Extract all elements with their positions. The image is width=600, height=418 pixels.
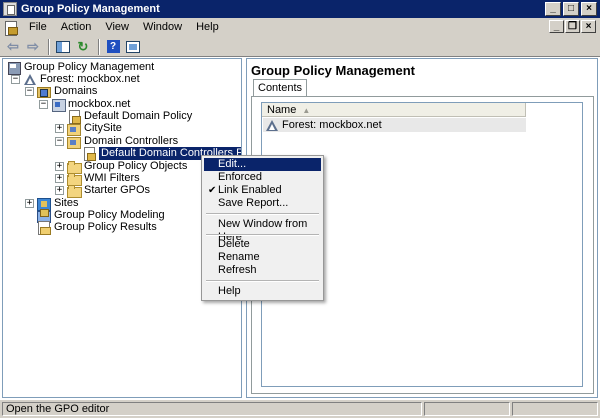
status-bar: Open the GPO editor — [0, 399, 600, 418]
menu-separator — [206, 234, 319, 236]
tree-item-citysite[interactable]: CitySite — [67, 122, 122, 136]
toolbar-separator — [48, 38, 50, 55]
status-panel — [424, 402, 510, 416]
properties-button[interactable] — [124, 39, 142, 55]
child-minimize-button[interactable]: _ — [549, 20, 564, 33]
folder-icon — [67, 184, 82, 198]
tree-item-label: Group Policy Results — [54, 221, 157, 233]
properties-icon — [126, 40, 140, 53]
refresh-icon[interactable]: ↻ — [74, 39, 92, 55]
checkmark-icon: ✔ — [208, 185, 217, 196]
expand-starter-gpos-toggle[interactable]: + — [55, 186, 64, 195]
menu-view[interactable]: View — [98, 18, 136, 37]
results-icon — [37, 221, 51, 235]
app-icon — [3, 2, 17, 16]
collapse-domain-controllers-toggle[interactable]: − — [55, 137, 64, 146]
tab-strip: Contents — [253, 79, 308, 97]
column-header-name[interactable]: Name ▲ — [262, 103, 526, 117]
menu-bar: File Action View Window Help _ ❐ × — [0, 18, 600, 37]
context-menu-save-report[interactable]: Save Report... — [204, 197, 321, 210]
status-text: Open the GPO editor — [2, 402, 422, 416]
collapse-domains-toggle[interactable]: − — [25, 87, 34, 96]
back-arrow-icon[interactable]: ⇦ — [4, 38, 22, 55]
minimize-button[interactable]: _ — [545, 2, 561, 16]
tree-item-label: CitySite — [84, 122, 122, 134]
context-menu-edit[interactable]: Edit... — [204, 158, 321, 171]
window-controls: _ □ × — [545, 2, 597, 16]
column-header-label: Name — [267, 104, 297, 116]
child-window-controls: _ ❐ × — [549, 20, 596, 33]
title-bar: Group Policy Management _ □ × — [0, 0, 600, 18]
gpo-link-icon — [82, 147, 96, 161]
help-icon: ? — [106, 40, 120, 53]
context-menu-rename[interactable]: Rename — [204, 251, 321, 264]
list-item-label: Forest: mockbox.net — [282, 119, 382, 131]
forest-icon — [265, 119, 279, 132]
child-close-button[interactable]: × — [581, 20, 596, 33]
status-panel — [512, 402, 598, 416]
expand-sites-toggle[interactable]: + — [25, 199, 34, 208]
expand-citysite-toggle[interactable]: + — [55, 124, 64, 133]
tree-item-label: Domains — [54, 85, 98, 97]
forest-icon — [23, 73, 37, 86]
group-policy-management-icon — [7, 61, 21, 75]
window-title: Group Policy Management — [21, 3, 160, 15]
tree-item-starter-gpos[interactable]: Starter GPOs — [67, 184, 151, 198]
expand-wmi-filters-toggle[interactable]: + — [55, 174, 64, 183]
menu-separator — [206, 213, 319, 215]
tab-contents[interactable]: Contents — [253, 79, 308, 96]
tree-item-domains[interactable]: Domains — [37, 85, 97, 98]
context-menu: Edit... Enforced ✔ Link Enabled Save Rep… — [201, 155, 324, 301]
tree-item-label: Starter GPOs — [84, 184, 151, 196]
help-button[interactable]: ? — [104, 39, 122, 55]
show-hide-tree-button[interactable] — [54, 39, 72, 55]
forward-arrow-icon[interactable]: ⇨ — [24, 38, 42, 55]
child-restore-button[interactable]: ❐ — [565, 20, 580, 33]
context-menu-label: Link Enabled — [218, 184, 282, 196]
context-menu-help[interactable]: Help — [204, 285, 321, 298]
document-menu-icon[interactable] — [4, 20, 18, 36]
sort-ascending-icon: ▲ — [302, 106, 311, 115]
expand-gpo-objects-toggle[interactable]: + — [55, 162, 64, 171]
domains-icon — [37, 85, 51, 98]
menu-separator — [206, 280, 319, 282]
collapse-forest-toggle[interactable]: − — [11, 75, 20, 84]
list-item[interactable]: Forest: mockbox.net — [263, 118, 526, 132]
context-menu-new-window[interactable]: New Window from Here — [204, 218, 321, 243]
organizational-unit-icon — [67, 122, 81, 136]
show-hide-tree-icon — [56, 40, 70, 53]
menu-file[interactable]: File — [22, 18, 54, 37]
domain-icon — [51, 98, 66, 112]
menu-window[interactable]: Window — [136, 18, 189, 37]
organizational-unit-icon — [67, 135, 81, 149]
details-title: Group Policy Management — [251, 63, 415, 78]
collapse-domain-toggle[interactable]: − — [39, 100, 48, 109]
toolbar: ⇦ ⇨ ↻ ? — [0, 37, 600, 57]
close-button[interactable]: × — [581, 2, 597, 16]
context-menu-delete[interactable]: Delete — [204, 238, 321, 251]
maximize-button[interactable]: □ — [563, 2, 579, 16]
context-menu-enforced[interactable]: Enforced — [204, 171, 321, 184]
tree-item-group-policy-results[interactable]: Group Policy Results — [37, 221, 157, 235]
context-menu-link-enabled[interactable]: ✔ Link Enabled — [204, 184, 321, 197]
toolbar-separator — [98, 38, 100, 55]
context-menu-refresh[interactable]: Refresh — [204, 264, 321, 277]
menu-help[interactable]: Help — [189, 18, 226, 37]
menu-action[interactable]: Action — [54, 18, 99, 37]
